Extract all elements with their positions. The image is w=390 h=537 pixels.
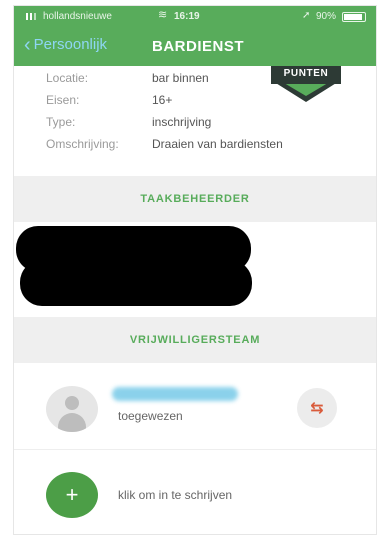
detail-row-description: Omschrijving: Draaien van bardiensten xyxy=(14,137,376,157)
section-header-task-manager: TAAKBEHEERDER xyxy=(14,176,376,222)
avatar-body xyxy=(58,413,86,432)
detail-value: inschrijving xyxy=(152,115,212,129)
volunteer-status: toegewezen xyxy=(118,409,183,423)
back-button[interactable]: ‹ Persoonlijk xyxy=(24,33,108,56)
wifi-icon: ≋ xyxy=(158,9,168,21)
plus-icon[interactable]: + xyxy=(46,472,98,518)
divider xyxy=(14,449,376,450)
page-title: BARDIENST xyxy=(152,38,245,55)
signup-label[interactable]: klik om in te schrijven xyxy=(118,488,232,502)
blurred-volunteer-name xyxy=(112,387,238,401)
carrier: hollandsnieuwe xyxy=(26,11,112,22)
battery-percentage: 90% xyxy=(316,11,337,22)
detail-value: 16+ xyxy=(152,93,173,107)
section-header-volunteer-team: VRIJWILLIGERSTEAM xyxy=(14,317,376,363)
detail-row-location: Locatie: bar binnen xyxy=(14,71,376,91)
status-time: 16:19 xyxy=(174,11,200,22)
detail-row-requirements: Eisen: 16+ xyxy=(14,93,376,113)
detail-value: bar binnen xyxy=(152,71,209,85)
swap-icon[interactable]: ⇆ xyxy=(297,388,337,428)
status-bar: hollandsnieuwe ≋ 16:19 ➚ 90% xyxy=(14,6,376,26)
avatar-head xyxy=(65,396,79,410)
back-label: Persoonlijk xyxy=(33,36,108,53)
battery-icon xyxy=(342,12,366,22)
avatar xyxy=(46,386,98,432)
top-bar: hollandsnieuwe ≋ 16:19 ➚ 90% ‹ Persoonli… xyxy=(14,6,376,66)
signal-icon xyxy=(26,13,40,20)
detail-row-type: Type: inschrijving xyxy=(14,115,376,135)
location-icon: ➚ xyxy=(302,10,311,21)
redacted-name xyxy=(20,260,252,306)
detail-label: Eisen: xyxy=(46,93,80,107)
chevron-left-icon: ‹ xyxy=(24,33,31,56)
detail-label: Omschrijving: xyxy=(46,137,119,151)
detail-value: Draaien van bardiensten xyxy=(152,137,283,151)
detail-label: Locatie: xyxy=(46,71,89,85)
detail-label: Type: xyxy=(46,115,76,129)
app-screen: hollandsnieuwe ≋ 16:19 ➚ 90% ‹ Persoonli… xyxy=(14,6,376,534)
